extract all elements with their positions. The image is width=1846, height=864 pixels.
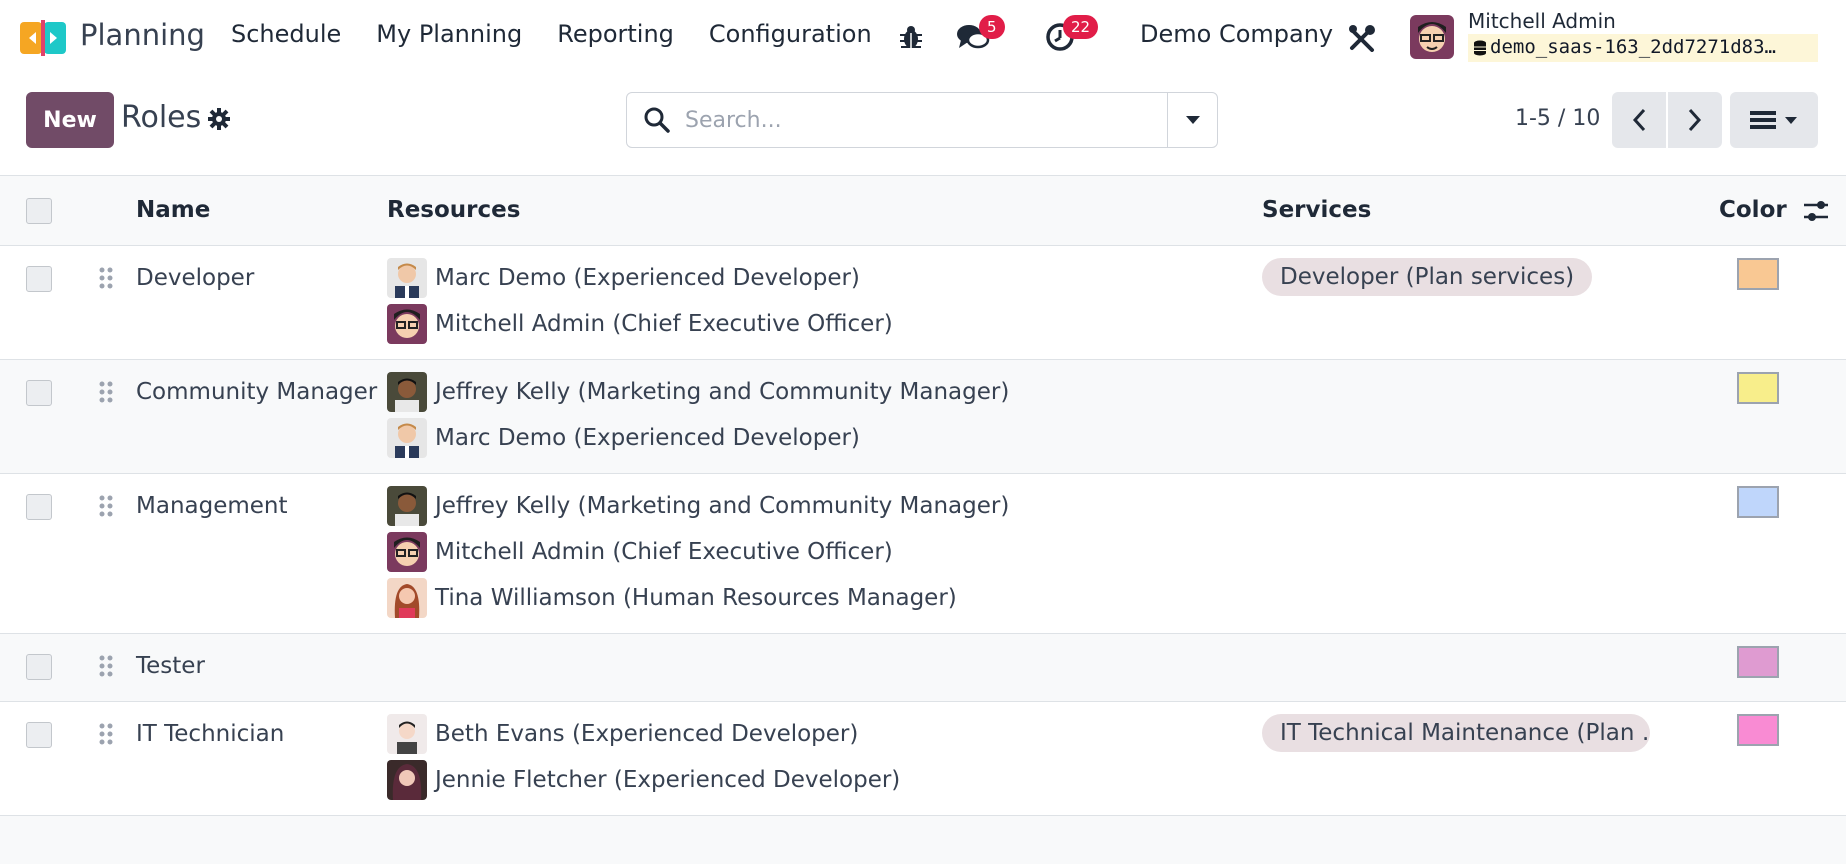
resource-tag[interactable]: Marc Demo (Experienced Developer) [387,258,860,298]
resource-tag[interactable]: Jennie Fletcher (Experienced Developer) [387,760,900,800]
optional-columns-icon[interactable] [1802,198,1830,224]
color-swatch[interactable] [1737,714,1779,746]
avatar [387,532,427,572]
avatar [387,578,427,618]
bug-icon[interactable] [898,24,924,50]
color-swatch[interactable] [1737,372,1779,404]
avatar [387,418,427,458]
user-avatar[interactable] [1410,15,1454,59]
resource-name: Mitchell Admin (Chief Executive Officer) [435,539,893,565]
caret-down-icon [1185,116,1200,124]
chevron-left-icon [1632,108,1646,132]
drag-handle-icon[interactable] [98,266,114,290]
resource-tag[interactable]: Tina Williamson (Human Resources Manager… [387,578,957,618]
service-tag[interactable]: IT Technical Maintenance (Plan … [1262,714,1650,752]
row-checkbox[interactable] [26,654,52,680]
pager-value[interactable]: 1-5 / 10 [1515,106,1600,131]
planning-app-icon[interactable] [20,18,66,58]
menu-reporting[interactable]: Reporting [557,20,674,48]
resource-name: Tina Williamson (Human Resources Manager… [435,585,957,611]
main-menu: Schedule My Planning Reporting Configura… [231,20,907,48]
menu-schedule[interactable]: Schedule [231,20,341,48]
row-checkbox[interactable] [26,722,52,748]
color-swatch[interactable] [1737,258,1779,290]
avatar [387,760,427,800]
resource-tag[interactable]: Marc Demo (Experienced Developer) [387,418,860,458]
list-view-icon [1750,111,1776,129]
role-name[interactable]: Developer [136,265,254,291]
service-tag[interactable]: Developer (Plan services) [1262,258,1593,296]
user-name[interactable]: Mitchell Admin [1468,9,1616,33]
view-switcher-button[interactable] [1730,92,1818,148]
drag-handle-icon[interactable] [98,654,114,678]
column-header-name[interactable]: Name [136,197,210,223]
company-switcher[interactable]: Demo Company [1140,20,1333,48]
activities-badge: 22 [1063,15,1099,39]
table-row[interactable]: Developer Marc Demo (Experienced Develop… [0,246,1846,360]
database-label: demo_saas-163_2dd7271d83… [1490,36,1776,58]
messages-badge: 5 [979,15,1005,39]
table-row[interactable]: Management Jeffrey Kelly (Marketing and … [0,474,1846,634]
column-header-resources[interactable]: Resources [387,197,520,223]
column-header-color[interactable]: Color [1719,197,1787,223]
drag-handle-icon[interactable] [98,722,114,746]
menu-configuration[interactable]: Configuration [709,20,872,48]
tools-icon[interactable] [1348,24,1376,52]
role-name[interactable]: IT Technician [136,721,284,747]
resource-tag[interactable]: Beth Evans (Experienced Developer) [387,714,858,754]
select-all-checkbox[interactable] [26,198,52,224]
resource-name: Jeffrey Kelly (Marketing and Community M… [435,493,1010,519]
search-input[interactable] [685,103,1145,137]
new-button[interactable]: New [26,92,114,148]
role-name[interactable]: Management [136,493,288,519]
table-row[interactable]: Tester [0,634,1846,702]
table-row[interactable]: Community Manager Jeffrey Kelly (Marketi… [0,360,1846,474]
page-title: Roles [121,100,202,135]
resource-tag[interactable]: Mitchell Admin (Chief Executive Officer) [387,304,893,344]
resource-tag[interactable]: Jeffrey Kelly (Marketing and Community M… [387,372,1009,412]
drag-handle-icon[interactable] [98,494,114,518]
search-bar [626,92,1218,148]
gear-icon[interactable] [207,107,231,131]
drag-handle-icon[interactable] [98,380,114,404]
resource-name: Jeffrey Kelly (Marketing and Community M… [435,379,1010,405]
pager-previous-button[interactable] [1612,92,1666,148]
menu-my-planning[interactable]: My Planning [376,20,522,48]
row-checkbox[interactable] [26,380,52,406]
table-header: Name Resources Services Color [0,176,1846,246]
pager-next-button[interactable] [1668,92,1722,148]
avatar [387,304,427,344]
search-options-toggle[interactable] [1167,93,1217,147]
color-swatch[interactable] [1737,486,1779,518]
avatar [387,258,427,298]
chevron-right-icon [1688,108,1702,132]
column-header-services[interactable]: Services [1262,197,1371,223]
top-navbar: Planning Schedule My Planning Reporting … [0,0,1846,76]
resource-tag[interactable]: Jeffrey Kelly (Marketing and Community M… [387,486,1009,526]
avatar [387,372,427,412]
roles-list: Name Resources Services Color Developer … [0,176,1846,816]
role-name[interactable]: Tester [136,653,205,679]
role-name[interactable]: Community Manager [136,379,377,405]
resource-name: Marc Demo (Experienced Developer) [435,425,860,451]
color-swatch[interactable] [1737,646,1779,678]
row-checkbox[interactable] [26,266,52,292]
control-panel: New Roles 1-5 / 10 [0,76,1846,176]
resource-name: Mitchell Admin (Chief Executive Officer) [435,311,893,337]
avatar [387,714,427,754]
database-name: demo_saas-163_2dd7271d83… [1468,34,1818,62]
table-row[interactable]: IT Technician Beth Evans (Experienced De… [0,702,1846,816]
search-icon [644,107,670,133]
avatar [387,486,427,526]
database-icon [1474,40,1486,56]
row-checkbox[interactable] [26,494,52,520]
resource-name: Beth Evans (Experienced Developer) [435,721,859,747]
app-name[interactable]: Planning [80,18,205,52]
resource-name: Marc Demo (Experienced Developer) [435,265,860,291]
resource-tag[interactable]: Mitchell Admin (Chief Executive Officer) [387,532,893,572]
resource-name: Jennie Fletcher (Experienced Developer) [435,767,901,793]
caret-down-icon [1785,116,1797,124]
